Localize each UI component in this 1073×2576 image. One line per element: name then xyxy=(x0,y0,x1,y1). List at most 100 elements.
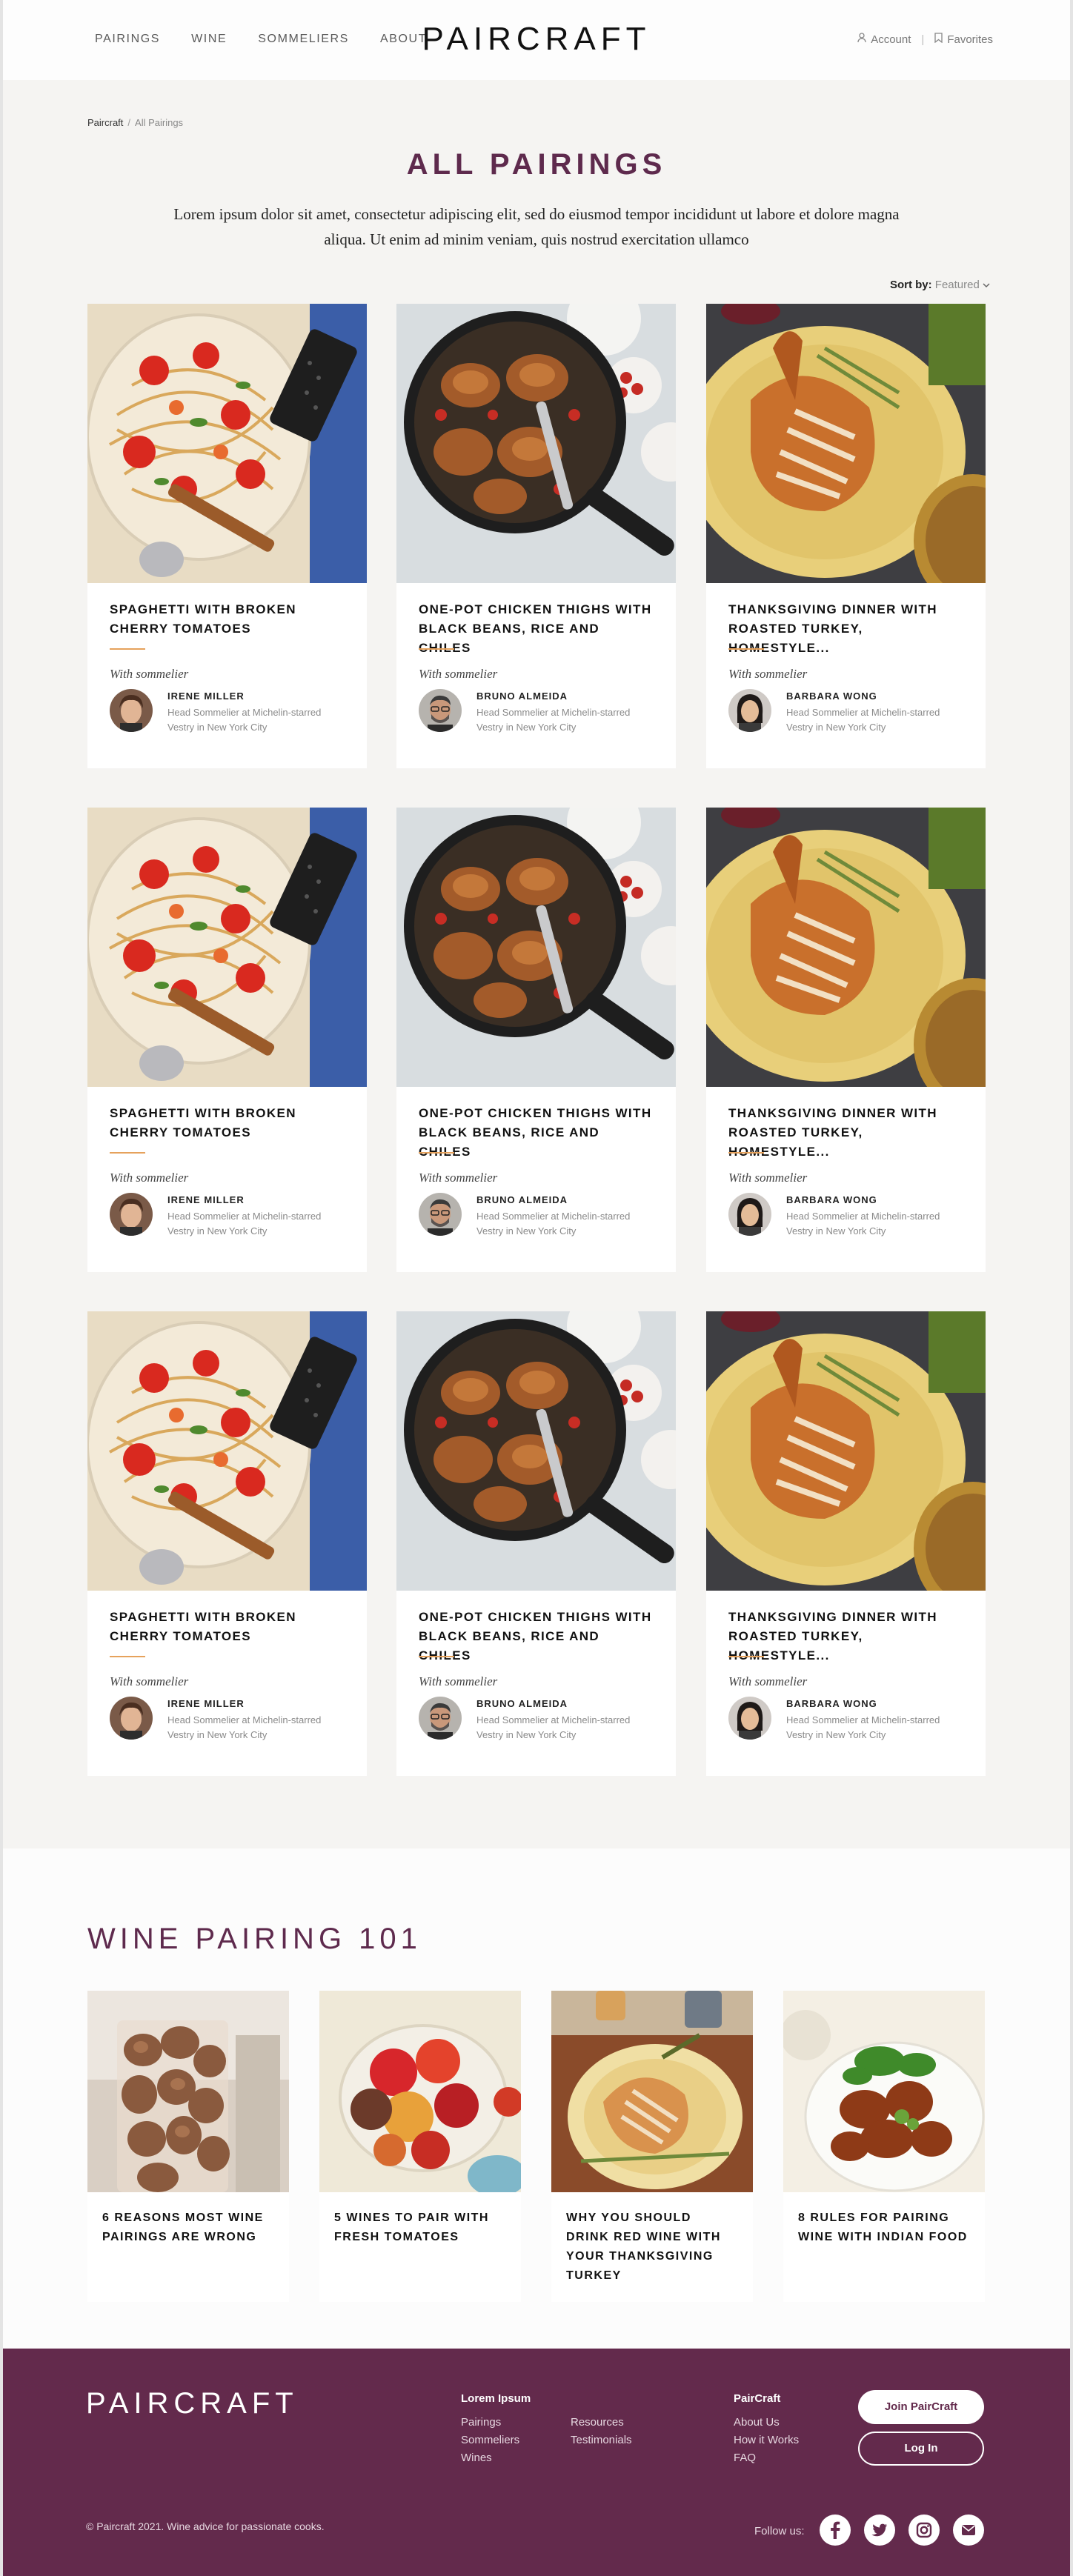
chevron-down-icon xyxy=(983,279,990,291)
section-title: WINE PAIRING 101 xyxy=(87,1923,422,1955)
pairing-image-spaghetti[interactable] xyxy=(87,304,367,583)
article-image-tomatoes xyxy=(319,1991,521,2192)
article-image-indian-food xyxy=(783,1991,985,2192)
article-image-turkey-plate xyxy=(551,1991,753,2192)
footer-heading: PairCraft xyxy=(734,2392,781,2405)
with-sommelier-label: With sommelier xyxy=(110,1674,189,1688)
article-title: 8 RULES FOR PAIRING WINE WITH INDIAN FOO… xyxy=(798,2211,968,2243)
site-header: PAIRINGS WINE SOMMELIERS ABOUT PAIRCRAFT… xyxy=(0,0,1073,80)
article-card[interactable]: 8 RULES FOR PAIRING WINE WITH INDIAN FOO… xyxy=(783,1991,985,2302)
page-title: ALL PAIRINGS xyxy=(406,148,667,181)
pairing-card[interactable]: ONE-POT CHICKEN THIGHS WITH BLACK BEANS,… xyxy=(396,808,676,1272)
pairing-card[interactable]: ONE-POT CHICKEN THIGHS WITH BLACK BEANS,… xyxy=(396,1311,676,1776)
sort-dropdown[interactable]: Sort by: Featured xyxy=(890,279,990,291)
sommelier-name[interactable]: BRUNO ALMEIDA xyxy=(476,1194,568,1205)
account-links: Account | Favorites xyxy=(857,33,993,46)
footer-link-resources[interactable]: Resources xyxy=(571,2414,632,2432)
sort-label: Sort by: xyxy=(889,279,932,291)
follow-label: Follow us: xyxy=(754,2525,805,2537)
footer-link-how-it-works[interactable]: How it Works xyxy=(734,2432,799,2449)
pairing-title[interactable]: ONE-POT CHICKEN THIGHS WITH BLACK BEANS,… xyxy=(419,1608,656,1665)
footer-link-sommeliers[interactable]: Sommeliers xyxy=(461,2432,519,2449)
article-image-corks xyxy=(87,1991,289,2192)
favorites-link[interactable]: Favorites xyxy=(947,33,993,46)
pairing-title[interactable]: ONE-POT CHICKEN THIGHS WITH BLACK BEANS,… xyxy=(419,600,656,658)
sommelier-role: Head Sommelier at Michelin-starred Vestr… xyxy=(167,1211,322,1237)
pairing-card[interactable]: SPAGHETTI WITH BROKEN CHERRY TOMATOES Wit… xyxy=(87,808,367,1272)
pairing-title[interactable]: THANKSGIVING DINNER WITH ROASTED TURKEY,… xyxy=(728,1104,966,1162)
sort-value: Featured xyxy=(934,279,980,291)
pairing-image-spaghetti[interactable] xyxy=(87,1311,367,1591)
pairing-title[interactable]: THANKSGIVING DINNER WITH ROASTED TURKEY,… xyxy=(728,600,966,658)
sommelier-name[interactable]: BARBARA WONG xyxy=(786,1194,877,1205)
sommelier-name[interactable]: IRENE MILLER xyxy=(167,1698,245,1709)
with-sommelier-label: With sommelier xyxy=(728,1674,808,1688)
sommelier-name[interactable]: IRENE MILLER xyxy=(167,690,245,702)
pairing-image-chicken[interactable] xyxy=(396,808,676,1087)
with-sommelier-label: With sommelier xyxy=(419,1171,498,1185)
accent-divider xyxy=(110,1152,145,1154)
divider: | xyxy=(921,33,925,46)
with-sommelier-label: With sommelier xyxy=(728,1171,808,1185)
pairing-card[interactable]: THANKSGIVING DINNER WITH ROASTED TURKEY,… xyxy=(706,808,986,1272)
pairing-card[interactable]: SPAGHETTI WITH BROKEN CHERRY TOMATOES Wit… xyxy=(87,304,367,768)
wine-pairing-101-section: WINE PAIRING 101 6 REASONS MOST WINE PAI… xyxy=(0,1848,1073,2349)
with-sommelier-label: With sommelier xyxy=(728,667,808,681)
copyright: © Paircraft 2021. Wine advice for passio… xyxy=(86,2520,325,2532)
sommelier-name[interactable]: BRUNO ALMEIDA xyxy=(476,690,568,702)
facebook-icon[interactable] xyxy=(820,2515,851,2546)
pairing-card[interactable]: SPAGHETTI WITH BROKEN CHERRY TOMATOES Wit… xyxy=(87,1311,367,1776)
pairing-title[interactable]: SPAGHETTI WITH BROKEN CHERRY TOMATOES xyxy=(110,1104,347,1142)
pairing-image-chicken[interactable] xyxy=(396,1311,676,1591)
article-title: 5 WINES TO PAIR WITH FRESH TOMATOES xyxy=(334,2211,489,2243)
article-title: 6 REASONS MOST WINE PAIRINGS ARE WRONG xyxy=(102,2211,264,2243)
sommelier-name[interactable]: BARBARA WONG xyxy=(786,690,877,702)
sommelier-role: Head Sommelier at Michelin-starred Vestr… xyxy=(167,707,322,733)
sommelier-role: Head Sommelier at Michelin-starred Vestr… xyxy=(786,1211,940,1237)
sommelier-role: Head Sommelier at Michelin-starred Vestr… xyxy=(167,1714,322,1740)
pairing-image-turkey[interactable] xyxy=(706,1311,986,1591)
bookmark-icon[interactable] xyxy=(934,33,943,46)
instagram-icon[interactable] xyxy=(908,2515,940,2546)
with-sommelier-label: With sommelier xyxy=(110,667,189,681)
pairing-title[interactable]: THANKSGIVING DINNER WITH ROASTED TURKEY,… xyxy=(728,1608,966,1665)
footer-links-col2: Resources Testimonials xyxy=(571,2414,632,2449)
footer-link-wines[interactable]: Wines xyxy=(461,2449,519,2467)
footer-link-pairings[interactable]: Pairings xyxy=(461,2414,519,2432)
pairing-card[interactable]: ONE-POT CHICKEN THIGHS WITH BLACK BEANS,… xyxy=(396,304,676,768)
sommelier-name[interactable]: BARBARA WONG xyxy=(786,1698,877,1709)
pairing-image-spaghetti[interactable] xyxy=(87,808,367,1087)
pairing-card[interactable]: THANKSGIVING DINNER WITH ROASTED TURKEY,… xyxy=(706,304,986,768)
article-card[interactable]: 6 REASONS MOST WINE PAIRINGS ARE WRONG xyxy=(87,1991,289,2302)
accent-divider xyxy=(110,1656,145,1657)
user-icon[interactable] xyxy=(857,33,866,46)
pairing-image-turkey[interactable] xyxy=(706,304,986,583)
footer-logo[interactable]: PAIRCRAFT xyxy=(86,2387,299,2420)
email-icon[interactable] xyxy=(953,2515,984,2546)
footer-link-faq[interactable]: FAQ xyxy=(734,2449,799,2467)
pairing-title[interactable]: SPAGHETTI WITH BROKEN CHERRY TOMATOES xyxy=(110,600,347,639)
twitter-icon[interactable] xyxy=(864,2515,895,2546)
avatar xyxy=(419,1697,462,1740)
pairing-image-turkey[interactable] xyxy=(706,808,986,1087)
join-button[interactable]: Join PairCraft xyxy=(858,2390,984,2424)
pairing-card[interactable]: THANKSGIVING DINNER WITH ROASTED TURKEY,… xyxy=(706,1311,986,1776)
accent-divider xyxy=(728,1656,764,1657)
footer-link-testimonials[interactable]: Testimonials xyxy=(571,2432,632,2449)
pairing-title[interactable]: ONE-POT CHICKEN THIGHS WITH BLACK BEANS,… xyxy=(419,1104,656,1162)
accent-divider xyxy=(728,1152,764,1154)
intro-text: Lorem ipsum dolor sit amet, consectetur … xyxy=(173,205,900,248)
article-card[interactable]: 5 WINES TO PAIR WITH FRESH TOMATOES xyxy=(319,1991,521,2302)
article-card[interactable]: WHY YOU SHOULD DRINK RED WINE WITH YOUR … xyxy=(551,1991,753,2302)
sommelier-name[interactable]: BRUNO ALMEIDA xyxy=(476,1698,568,1709)
account-link[interactable]: Account xyxy=(871,33,911,46)
footer-link-about-us[interactable]: About Us xyxy=(734,2414,799,2432)
avatar xyxy=(728,1193,771,1236)
avatar xyxy=(110,1193,153,1236)
footer-links-col3: About Us How it Works FAQ xyxy=(734,2414,799,2467)
login-button[interactable]: Log In xyxy=(858,2432,984,2466)
pairing-image-chicken[interactable] xyxy=(396,304,676,583)
pairing-title[interactable]: SPAGHETTI WITH BROKEN CHERRY TOMATOES xyxy=(110,1608,347,1646)
sommelier-name[interactable]: IRENE MILLER xyxy=(167,1194,245,1205)
breadcrumb-home[interactable]: Paircraft xyxy=(87,117,123,128)
